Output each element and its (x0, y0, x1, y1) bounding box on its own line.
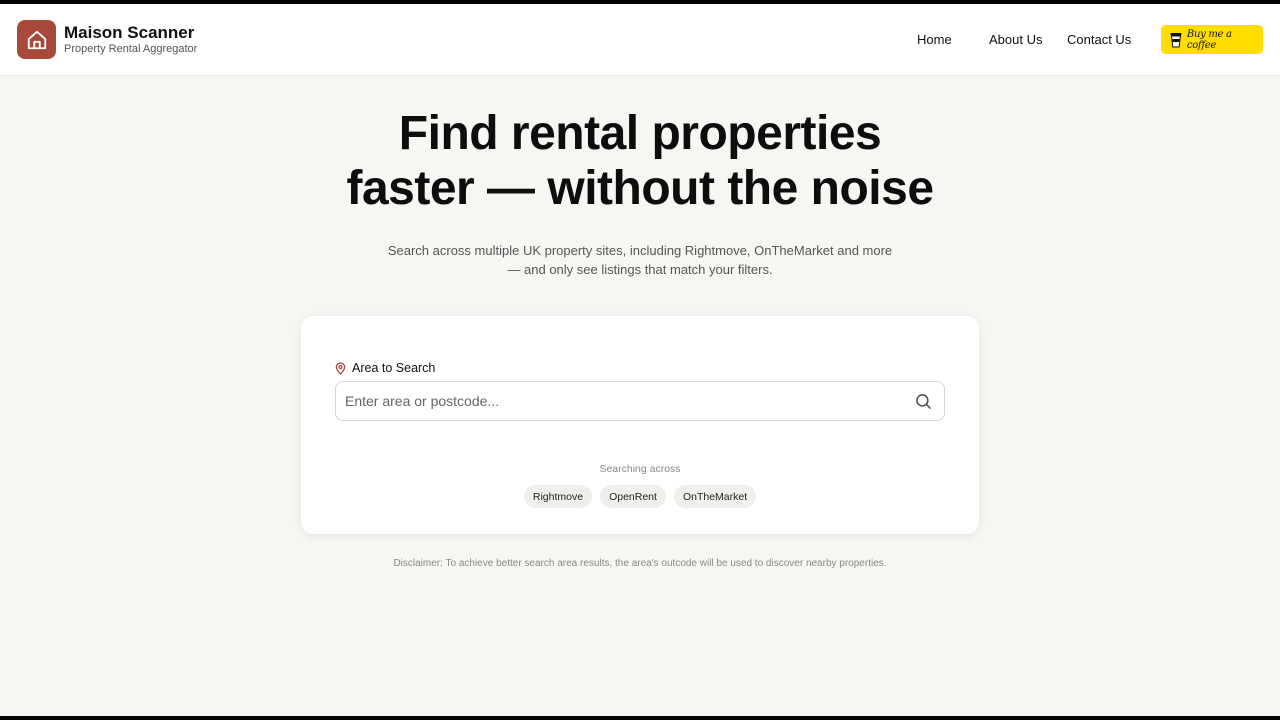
source-pill-rightmove: Rightmove (523, 485, 593, 508)
app-frame: Maison Scanner Property Rental Aggregato… (0, 4, 1280, 716)
nav-home-link[interactable]: Home (917, 32, 952, 47)
hero-title-line-2: faster — without the noise (346, 162, 934, 215)
house-icon (27, 30, 46, 49)
coffee-button-label: Buy me a coffee (1186, 28, 1232, 51)
buy-me-a-coffee-button[interactable]: Buy me a coffee (1161, 25, 1263, 54)
area-search-input[interactable] (345, 382, 905, 420)
hero-title: Find rental properties faster — without … (0, 106, 1280, 216)
nav-contact-link[interactable]: Contact Us (1067, 32, 1131, 47)
brand-subtitle: Property Rental Aggregator (64, 43, 198, 55)
hero-title-line-1: Find rental properties (398, 107, 882, 160)
source-pill-onthemarket: OnTheMarket (673, 485, 757, 508)
hero-subtitle-line-2: — and only see listings that match your … (507, 262, 773, 277)
source-list: Rightmove OpenRent OnTheMarket (301, 485, 979, 508)
search-card: Area to Search Searching across Rightmov… (301, 316, 979, 534)
logo[interactable] (17, 20, 56, 59)
map-pin-icon (335, 361, 346, 375)
hero-subtitle: Search across multiple UK property sites… (380, 241, 900, 279)
brand-title: Maison Scanner (64, 23, 195, 42)
searching-across-label: Searching across (599, 463, 681, 475)
search-box[interactable] (335, 381, 945, 421)
area-field-label: Area to Search (335, 361, 435, 375)
area-field-label-text: Area to Search (352, 361, 436, 375)
coffee-cup-icon (1170, 32, 1182, 47)
nav-about-link[interactable]: About Us (989, 32, 1042, 47)
search-icon[interactable] (915, 393, 932, 410)
top-header: Maison Scanner Property Rental Aggregato… (0, 4, 1280, 76)
disclaimer-text: Disclaimer: To achieve better search are… (393, 558, 887, 569)
source-pill-openrent: OpenRent (600, 485, 666, 508)
hero-subtitle-line-1: Search across multiple UK property sites… (387, 243, 893, 258)
